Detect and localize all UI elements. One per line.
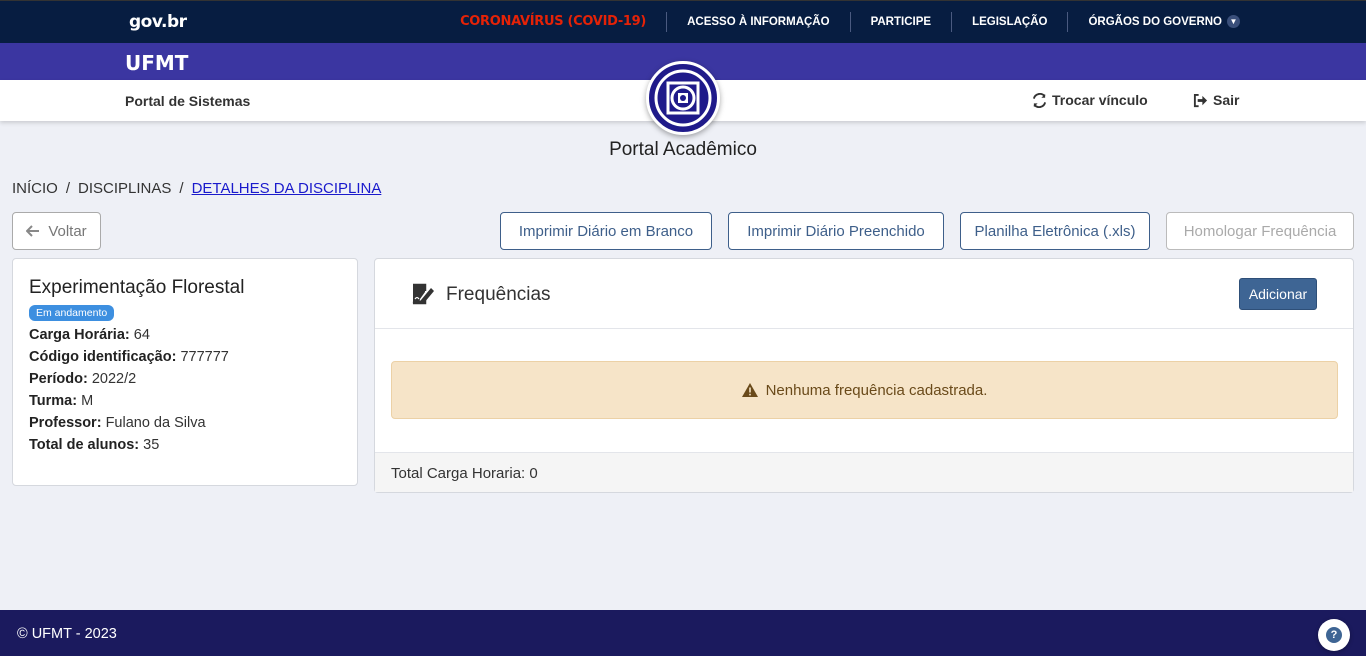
brand-title[interactable]: UFMT bbox=[125, 51, 188, 75]
trocar-vinculo-button[interactable]: Trocar vínculo bbox=[1032, 92, 1148, 108]
info-professor: Professor: Fulano da Silva bbox=[29, 415, 206, 431]
homologate-button[interactable]: Homologar Frequência bbox=[1166, 212, 1354, 250]
info-periodo: Período: 2022/2 bbox=[29, 371, 137, 387]
gov-link-legislacao[interactable]: LEGISLAÇÃO bbox=[951, 12, 1067, 32]
empty-message: Nenhuma frequência cadastrada. bbox=[765, 381, 988, 399]
gov-link-orgaos-governo[interactable]: ÓRGÃOS DO GOVERNO ▼ bbox=[1067, 12, 1240, 32]
copyright: © UFMT - 2023 bbox=[17, 626, 117, 642]
back-label: Voltar bbox=[48, 222, 87, 240]
breadcrumb-inicio[interactable]: INÍCIO bbox=[12, 180, 58, 197]
print-blank-button[interactable]: Imprimir Diário em Branco bbox=[500, 212, 712, 250]
gov-links: CORONAVÍRUS (COVID-19) ACESSO À INFORMAÇ… bbox=[440, 1, 1240, 43]
arrow-left-icon bbox=[26, 225, 40, 237]
breadcrumb: INÍCIO / DISCIPLINAS / DETALHES DA DISCI… bbox=[12, 180, 381, 197]
page-title: Portal Acadêmico bbox=[609, 139, 757, 160]
chevron-down-icon: ▼ bbox=[1227, 15, 1240, 29]
empty-alert: Nenhuma frequência cadastrada. bbox=[391, 361, 1338, 419]
breadcrumb-detalhes[interactable]: DETALHES DA DISCIPLINA bbox=[192, 180, 382, 197]
breadcrumb-separator: / bbox=[179, 180, 184, 197]
gov-link-acesso-informacao[interactable]: ACESSO À INFORMAÇÃO bbox=[666, 12, 849, 32]
gov-br-logo[interactable]: gov.br bbox=[129, 12, 187, 32]
trocar-vinculo-label: Trocar vínculo bbox=[1052, 92, 1148, 108]
status-badge: Em andamento bbox=[29, 305, 115, 321]
ufmt-emblem-logo bbox=[646, 61, 720, 135]
sair-button[interactable]: Sair bbox=[1193, 92, 1239, 108]
gov-link-participe[interactable]: PARTICIPE bbox=[849, 12, 952, 32]
breadcrumb-separator: / bbox=[65, 180, 71, 197]
frequencias-card: Frequências Adicionar Nenhuma frequência… bbox=[374, 258, 1354, 493]
info-total-alunos: Total de alunos: 35 bbox=[29, 437, 160, 453]
sair-label: Sair bbox=[1213, 92, 1240, 108]
breadcrumb-disciplinas[interactable]: DISCIPLINAS bbox=[78, 180, 171, 197]
frequencias-header: Frequências Adicionar bbox=[375, 259, 1353, 329]
total-carga-horaria: Total Carga Horaria: 0 bbox=[375, 452, 1353, 492]
info-carga-horaria: Carga Horária: 64 bbox=[29, 327, 150, 343]
course-info-card: Experimentação Florestal Em andamento Ca… bbox=[12, 258, 358, 486]
info-turma: Turma: M bbox=[29, 393, 94, 409]
page-footer: © UFMT - 2023 bbox=[0, 610, 1366, 656]
help-button[interactable]: ? bbox=[1318, 619, 1350, 651]
portal-sistemas-link[interactable]: Portal de Sistemas bbox=[125, 93, 250, 109]
print-filled-button[interactable]: Imprimir Diário Preenchido bbox=[728, 212, 944, 250]
back-button[interactable]: Voltar bbox=[12, 212, 101, 250]
gov-link-coronavirus[interactable]: CORONAVÍRUS (COVID-19) bbox=[440, 12, 666, 32]
gov-bar: gov.br CORONAVÍRUS (COVID-19) ACESSO À I… bbox=[0, 0, 1366, 43]
edit-document-icon bbox=[412, 283, 434, 305]
sync-icon bbox=[1032, 92, 1047, 108]
gov-link-orgaos-label: ÓRGÃOS DO GOVERNO bbox=[1088, 16, 1222, 28]
sign-out-icon bbox=[1193, 93, 1208, 107]
add-frequencia-button[interactable]: Adicionar bbox=[1239, 278, 1317, 310]
frequencias-title: Frequências bbox=[446, 284, 551, 305]
spreadsheet-button[interactable]: Planilha Eletrônica (.xls) bbox=[960, 212, 1150, 250]
help-icon: ? bbox=[1326, 627, 1342, 643]
info-codigo: Código identificação: 777777 bbox=[29, 349, 229, 365]
course-title: Experimentação Florestal bbox=[29, 277, 245, 298]
warning-icon bbox=[741, 383, 758, 397]
